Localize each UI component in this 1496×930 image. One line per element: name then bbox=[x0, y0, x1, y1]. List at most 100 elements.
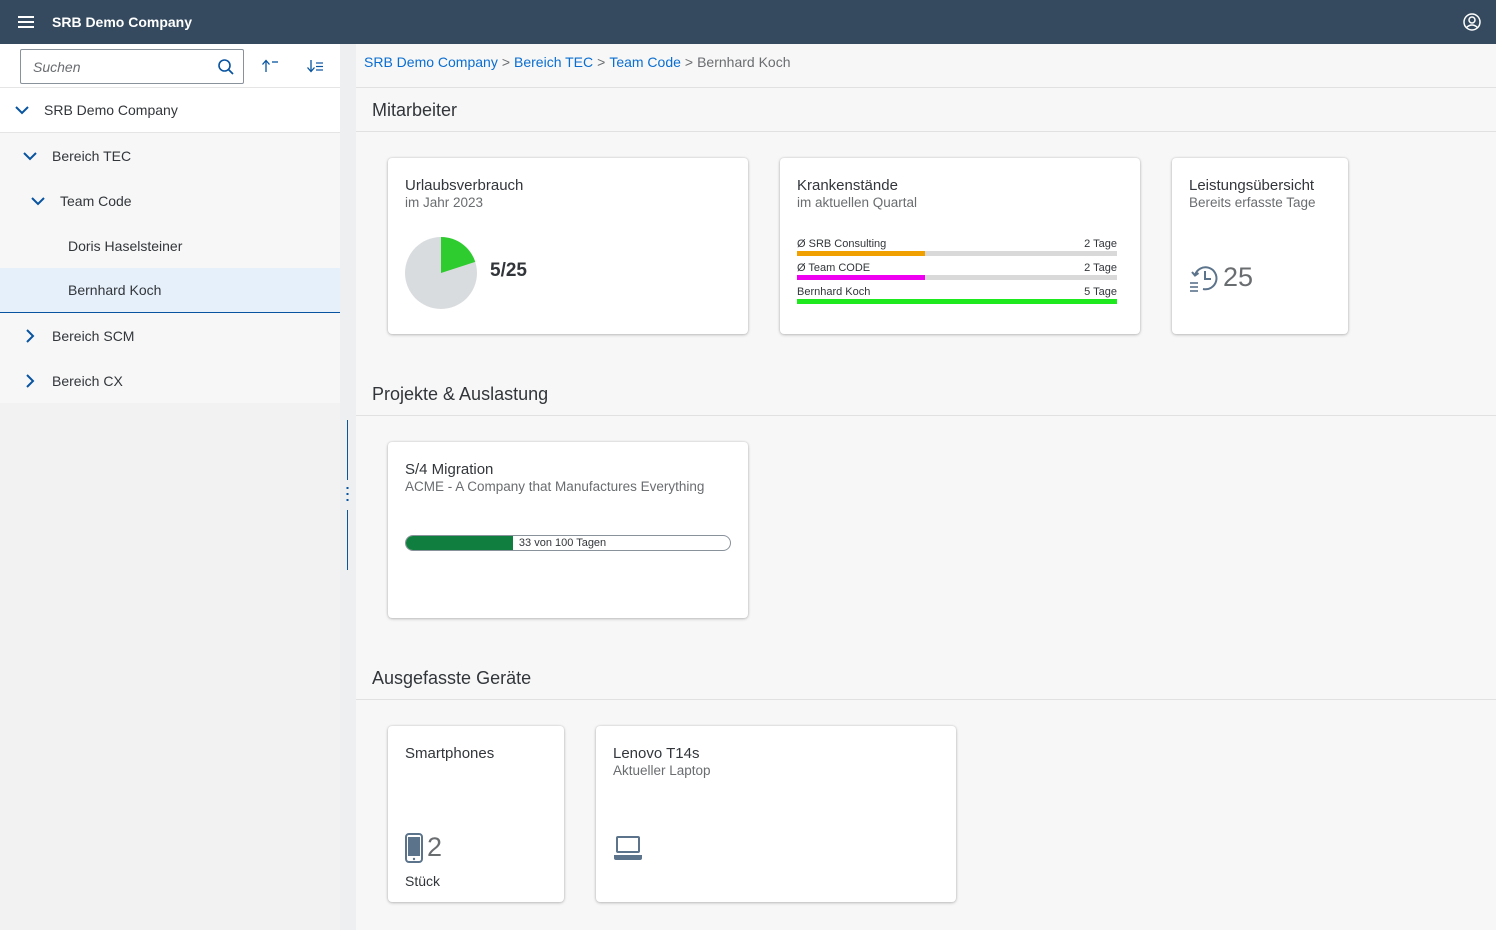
bar-label: Bernhard Koch bbox=[797, 286, 871, 298]
chevron-down-icon[interactable] bbox=[14, 102, 30, 118]
kpi-value: 25 bbox=[1223, 262, 1254, 292]
card-title: Krankenstände bbox=[797, 177, 898, 194]
bar-fill bbox=[797, 299, 1117, 304]
chevron-right-icon[interactable] bbox=[22, 373, 38, 389]
chevron-down-icon[interactable] bbox=[30, 193, 46, 209]
vacation-value: 5/25 bbox=[490, 260, 527, 281]
vacation-pie-chart bbox=[405, 237, 477, 309]
sidebar-empty-area bbox=[0, 403, 340, 930]
kpi-value: 2 bbox=[427, 832, 443, 862]
search-field[interactable] bbox=[20, 49, 244, 84]
card-leistungsuebersicht[interactable]: Leistungsübersicht Bereits erfasste Tage… bbox=[1172, 158, 1348, 334]
progress-fill bbox=[406, 536, 513, 550]
menu-button[interactable] bbox=[0, 0, 52, 44]
splitter-line bbox=[347, 510, 348, 570]
card-subtitle: im Jahr 2023 bbox=[405, 195, 484, 210]
card-title: Urlaubsverbrauch bbox=[405, 177, 524, 194]
sort-descending-button[interactable] bbox=[302, 54, 328, 78]
user-button[interactable] bbox=[1462, 12, 1482, 32]
chevron-down-icon[interactable] bbox=[22, 148, 38, 164]
divider bbox=[356, 131, 1496, 132]
breadcrumb-separator: > bbox=[684, 54, 694, 70]
card-subtitle: ACME - A Company that Manufactures Every… bbox=[405, 479, 705, 494]
section-title-geraete: Ausgefasste Geräte bbox=[372, 668, 532, 688]
card-lenovo-t14s[interactable]: Lenovo T14s Aktueller Laptop bbox=[596, 726, 956, 902]
bar-value: 2 Tage bbox=[1084, 262, 1117, 274]
card-project-s4-migration[interactable]: S/4 Migration ACME - A Company that Manu… bbox=[388, 442, 748, 618]
card-krankenstaende[interactable]: Krankenstände im aktuellen Quartal Ø SRB… bbox=[780, 158, 1140, 334]
user-icon bbox=[1463, 13, 1481, 31]
tree-item-bereich-scm[interactable]: Bereich SCM bbox=[0, 313, 340, 358]
bar-label: Ø SRB Consulting bbox=[797, 238, 887, 250]
card-urlaubsverbrauch[interactable]: Urlaubsverbrauch im Jahr 2023 5/25 bbox=[388, 158, 748, 334]
breadcrumb-current: Bernhard Koch bbox=[697, 54, 791, 70]
search-input[interactable] bbox=[21, 50, 211, 83]
iphone-icon bbox=[405, 832, 423, 863]
breadcrumb-separator: > bbox=[597, 54, 606, 70]
chevron-right-icon[interactable] bbox=[22, 328, 38, 344]
bar-value: 5 Tage bbox=[1084, 286, 1117, 298]
breadcrumb: SRB Demo Company > Bereich TEC > Team Code > B… bbox=[364, 54, 791, 70]
section-title-mitarbeiter: Mitarbeiter bbox=[372, 100, 458, 120]
breadcrumb-separator: > bbox=[501, 54, 511, 70]
tree-item-bernhard-koch[interactable]: Bernhard Koch bbox=[0, 268, 340, 313]
tree-item-doris-haselsteiner[interactable]: Doris Haselsteiner bbox=[0, 223, 340, 268]
tree-item-team-code[interactable]: Team Code bbox=[0, 178, 340, 223]
kpi-unit: Stück bbox=[405, 873, 441, 889]
sort-descending-icon bbox=[307, 60, 323, 73]
bar-value: 2 Tage bbox=[1084, 238, 1117, 250]
card-title: Lenovo T14s bbox=[613, 745, 700, 762]
card-smartphones[interactable]: Smartphones 2 Stück bbox=[388, 726, 564, 902]
breadcrumb-link-company[interactable]: SRB Demo Company bbox=[364, 54, 498, 70]
kpi-smartphones: 2 bbox=[405, 832, 442, 863]
tree-item-label: SRB Demo Company bbox=[44, 102, 178, 118]
bar-track bbox=[797, 251, 1117, 256]
tree-item-bereich-tec[interactable]: Bereich TEC bbox=[0, 133, 340, 178]
history-icon bbox=[1190, 265, 1218, 292]
divider bbox=[356, 87, 1496, 88]
tree-item-label: Bereich CX bbox=[52, 372, 123, 389]
tree-item-label: Bernhard Koch bbox=[68, 282, 162, 298]
app-title: SRB Demo Company bbox=[52, 14, 193, 30]
project-progress-bar: 33 von 100 Tagen bbox=[405, 535, 731, 551]
bar-label: Ø Team CODE bbox=[797, 262, 871, 274]
card-subtitle: Aktueller Laptop bbox=[613, 763, 711, 778]
breadcrumb-link-bereich[interactable]: Bereich TEC bbox=[514, 54, 593, 70]
shell-bar: SRB Demo Company bbox=[0, 0, 1496, 44]
card-subtitle: Bereits erfasste Tage bbox=[1189, 195, 1316, 210]
card-subtitle: im aktuellen Quartal bbox=[797, 195, 918, 210]
tree-item-label: Bereich SCM bbox=[52, 327, 135, 344]
tree-item-srb-demo-company[interactable]: SRB Demo Company bbox=[0, 88, 340, 133]
progress-text: 33 von 100 Tagen bbox=[518, 537, 607, 549]
tree-item-label: Doris Haselsteiner bbox=[68, 237, 183, 254]
bar-fill bbox=[797, 251, 925, 256]
sidebar-toolbar bbox=[0, 44, 340, 88]
laptop-icon bbox=[614, 836, 642, 860]
bar-fill bbox=[797, 275, 925, 280]
menu-icon bbox=[18, 16, 34, 28]
tree-item-label: Team Code bbox=[60, 192, 132, 209]
sort-ascending-icon bbox=[262, 59, 278, 72]
sick-bar-row: Ø Team CODE 2 Tage bbox=[797, 262, 1117, 286]
section-title-projekte: Projekte & Auslastung bbox=[372, 384, 549, 404]
tree-item-label: Bereich TEC bbox=[52, 147, 132, 164]
splitter-line bbox=[347, 420, 348, 480]
card-title: Leistungsübersicht bbox=[1189, 177, 1315, 194]
main-content: SRB Demo Company > Bereich TEC > Team Code > B… bbox=[356, 44, 1496, 930]
tree-item-bereich-cx[interactable]: Bereich CX bbox=[0, 358, 340, 403]
divider bbox=[356, 699, 1496, 700]
card-title: S/4 Migration bbox=[405, 461, 494, 478]
search-icon[interactable] bbox=[217, 58, 235, 76]
grip-icon[interactable] bbox=[346, 486, 349, 502]
sick-bar-row: Bernhard Koch 5 Tage bbox=[797, 286, 1117, 310]
kpi-days: 25 bbox=[1189, 262, 1253, 293]
card-title: Smartphones bbox=[405, 745, 495, 762]
bar-track bbox=[797, 299, 1117, 304]
breadcrumb-link-team[interactable]: Team Code bbox=[609, 54, 681, 70]
sort-ascending-button[interactable] bbox=[257, 54, 283, 78]
sidebar: SRB Demo Company Bereich TEC Team Code D… bbox=[0, 44, 340, 930]
bar-track bbox=[797, 275, 1117, 280]
divider bbox=[356, 415, 1496, 416]
splitter[interactable] bbox=[340, 44, 356, 930]
sick-bar-row: Ø SRB Consulting 2 Tage bbox=[797, 238, 1117, 262]
